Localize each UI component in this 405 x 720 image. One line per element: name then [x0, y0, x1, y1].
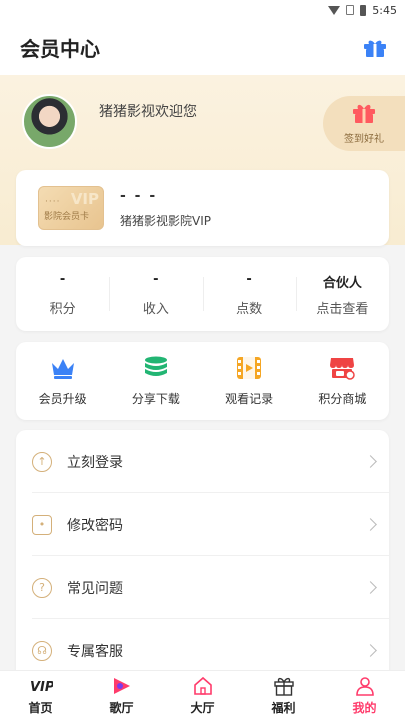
badge-vip: VIP	[70, 190, 99, 208]
gift-box-icon	[352, 102, 376, 128]
svg-text:VIP: VIP	[30, 680, 53, 695]
member-upgrade-button[interactable]: 会员升级	[16, 342, 109, 420]
tab-mine[interactable]: 我的	[324, 671, 405, 720]
question-icon: ?	[32, 577, 52, 598]
tab-karaoke[interactable]: 歌厅	[81, 671, 162, 720]
wifi-icon	[328, 5, 341, 15]
shop-icon	[328, 356, 356, 380]
chevron-right-icon	[364, 518, 377, 531]
quick-label: 分享下载	[131, 391, 180, 406]
stat-partner[interactable]: 合伙人 点击查看	[295, 257, 389, 331]
login-icon: ↑	[32, 451, 52, 472]
quick-label: 观看记录	[225, 391, 274, 406]
tab-label: 首页	[28, 700, 53, 715]
stat-points[interactable]: - 积分	[16, 257, 109, 331]
stat-value: -	[153, 271, 159, 287]
vip-card[interactable]: ···· VIP 影院会员卡 - - - 猪猪影视影院VIP	[16, 170, 389, 246]
menu-label: 常见问题	[67, 580, 123, 597]
chevron-right-icon	[364, 581, 377, 594]
gift-icon[interactable]	[363, 38, 387, 58]
quick-actions: 会员升级 分享下载 观看记录 积分商城	[16, 342, 389, 420]
menu-item-change-password[interactable]: • 修改密码	[16, 493, 389, 556]
status-bar: 5:45	[0, 0, 405, 20]
stat-label: 积分	[49, 301, 76, 317]
chevron-right-icon	[364, 455, 377, 468]
menu-item-login[interactable]: ↑ 立刻登录	[16, 430, 389, 493]
quick-label: 积分商城	[318, 391, 367, 406]
member-card-badge: ···· VIP 影院会员卡	[38, 186, 104, 230]
watch-history-button[interactable]: 观看记录	[203, 342, 296, 420]
database-icon	[142, 356, 170, 380]
top-bar: 会员中心	[0, 20, 405, 75]
menu-item-faq[interactable]: ? 常见问题	[16, 556, 389, 619]
menu-label: 专属客服	[67, 643, 123, 660]
gift-icon	[272, 676, 296, 696]
tab-label: 大厅	[190, 700, 215, 715]
no-sim-icon	[346, 5, 355, 15]
stat-income[interactable]: - 收入	[109, 257, 202, 331]
tab-label: 福利	[271, 700, 296, 715]
vip-name: - - -	[120, 188, 158, 204]
lock-icon: •	[32, 514, 52, 535]
status-time: 5:45	[372, 3, 397, 17]
tab-welfare[interactable]: 福利	[243, 671, 324, 720]
battery-icon	[360, 4, 367, 16]
quick-label: 会员升级	[38, 391, 87, 406]
stats-card: - 积分 - 收入 - 点数 合伙人 点击查看	[16, 257, 389, 331]
badge-dots: ····	[45, 197, 61, 207]
stat-label: 点击查看	[316, 301, 369, 317]
stat-credits[interactable]: - 点数	[202, 257, 296, 331]
share-download-button[interactable]: 分享下载	[109, 342, 202, 420]
headset-icon: ☊	[32, 640, 52, 661]
bottom-tab-bar: VIP 首页 歌厅 大厅 福利 我的	[0, 670, 405, 720]
stat-value: -	[59, 271, 66, 287]
stat-value: -	[246, 271, 252, 287]
tab-label: 我的	[352, 700, 377, 715]
chevron-right-icon	[364, 644, 377, 657]
vip-logo-icon: VIP	[29, 676, 53, 696]
tab-home[interactable]: VIP 首页	[0, 671, 81, 720]
tab-hall[interactable]: 大厅	[162, 671, 243, 720]
stat-value: 合伙人	[322, 275, 362, 291]
points-mall-button[interactable]: 积分商城	[296, 342, 389, 420]
stat-label: 收入	[142, 301, 169, 317]
settings-menu: ↑ 立刻登录 • 修改密码 ? 常见问题 ☊ 专属客服	[16, 430, 389, 690]
badge-text: 影院会员卡	[44, 212, 90, 222]
film-icon	[235, 356, 263, 380]
vip-description: 猪猪影视影院VIP	[120, 214, 211, 228]
page-title: 会员中心	[20, 37, 100, 61]
stat-label: 点数	[236, 301, 263, 317]
user-icon	[353, 676, 377, 696]
crown-icon	[49, 356, 77, 380]
music-icon	[110, 676, 134, 696]
checkin-label: 签到好礼	[344, 134, 384, 145]
avatar[interactable]	[22, 94, 77, 149]
welcome-text: 猪猪影视欢迎您	[99, 104, 197, 120]
menu-label: 修改密码	[67, 517, 123, 534]
menu-label: 立刻登录	[67, 454, 123, 471]
checkin-button[interactable]: 签到好礼	[323, 96, 405, 151]
home-icon	[191, 676, 215, 696]
tab-label: 歌厅	[109, 700, 134, 715]
